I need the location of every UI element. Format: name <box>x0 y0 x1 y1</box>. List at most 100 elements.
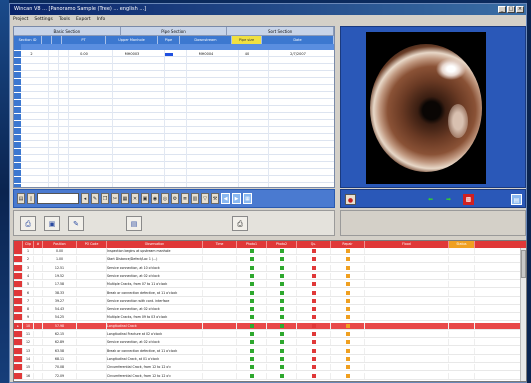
observations-table: Clip # Position PO Code Observation Time… <box>13 240 527 382</box>
col-upper-manhole[interactable]: Upper Manhole <box>106 36 158 44</box>
col-clip[interactable]: Clip <box>23 241 34 248</box>
cell <box>365 248 449 254</box>
observation-cell: Longitudinal Crack, at 01 o'clock <box>107 355 203 362</box>
row-header[interactable] <box>14 306 23 313</box>
col-number[interactable]: # <box>34 241 43 248</box>
menu-export[interactable]: Export <box>76 15 91 24</box>
observation-row[interactable]: 14 68.11 Longitudinal Crack, at 01 o'clock <box>14 355 520 363</box>
observation-row[interactable]: ▸ 10 57.98 Longitudinal Crack <box>14 322 520 330</box>
row-header[interactable] <box>14 339 23 346</box>
tab-pipe-section[interactable]: Pipe Section <box>121 27 228 35</box>
stop-icon[interactable]: ▩ <box>463 194 474 205</box>
col-pt[interactable]: PT <box>62 36 106 44</box>
col-observation[interactable]: Observation <box>107 241 203 248</box>
edit-icon[interactable]: ✎ <box>91 193 99 204</box>
col-po-code[interactable]: PO Code <box>77 241 107 248</box>
report-button[interactable]: ▤ <box>126 216 142 231</box>
col-repair[interactable]: Repair <box>331 241 365 248</box>
report-icon[interactable]: ≣ <box>181 193 189 204</box>
tab-sort-section[interactable]: Sort Section <box>227 27 335 35</box>
row-header[interactable] <box>14 248 23 254</box>
tab-basic-section[interactable]: Basic Section <box>14 27 121 35</box>
col-flag-2[interactable] <box>52 36 62 44</box>
copy-icon[interactable]: ❐ <box>101 193 109 204</box>
observation-row[interactable]: 1 0.00 Inspection begins at upstream manho… <box>14 248 520 255</box>
last-record-icon[interactable]: ▶ <box>232 193 241 204</box>
observation-row[interactable]: 15 70.08 Circumferential Crack, from 12 to… <box>14 364 520 372</box>
col-photo2[interactable]: Photo2 <box>267 241 297 248</box>
observation-row[interactable]: 11 62.15 Longitudinal Fracture at 02 o'clo… <box>14 331 520 338</box>
camera-icon[interactable]: ◉ <box>151 193 159 204</box>
observation-row[interactable]: 6 38.33 Break or connection defective, at … <box>14 289 520 297</box>
row-header[interactable] <box>14 314 23 321</box>
row-header[interactable] <box>14 264 23 271</box>
observation-row[interactable]: 12 62.89 Service connection, at 02 o'clock <box>14 339 520 347</box>
row-header[interactable] <box>14 272 23 279</box>
menu-info[interactable]: Info <box>97 15 106 24</box>
section-search-input[interactable] <box>37 193 79 204</box>
col-section-id[interactable]: Section ID <box>14 36 42 44</box>
row-header[interactable] <box>14 289 23 296</box>
row-header[interactable] <box>14 297 23 304</box>
paste-icon[interactable]: ▦ <box>121 193 129 204</box>
row-header[interactable]: ▸ <box>14 322 23 329</box>
filter-icon[interactable]: ▽ <box>201 193 209 204</box>
col-flood[interactable]: Flood <box>365 241 449 248</box>
chart-icon[interactable]: ▥ <box>191 193 199 204</box>
col-pipe-size[interactable]: Pipe size <box>232 36 262 44</box>
row-header[interactable] <box>14 347 23 354</box>
prev-icon[interactable]: ◂ <box>81 193 89 204</box>
close-button[interactable]: × <box>516 6 524 13</box>
print-button[interactable]: ⎙ <box>232 216 248 231</box>
grid-data-row[interactable]: 2 0.00 MH0003 MH0004 40 2/7/2007 <box>21 51 334 57</box>
col-pipe[interactable]: Pipe <box>158 36 180 44</box>
observation-row[interactable]: 4 19.52 Service connection, at 02 o'clock <box>14 272 520 280</box>
delete-icon[interactable]: ✕ <box>131 193 139 204</box>
menu-settings[interactable]: Settings <box>34 15 52 24</box>
col-qu[interactable]: Qu. <box>297 241 331 248</box>
col-time[interactable]: Time <box>203 241 237 248</box>
settings-icon[interactable]: ⚙ <box>171 193 179 204</box>
first-record-icon[interactable]: ◀ <box>221 193 230 204</box>
observation-row[interactable]: 2 1.00 Start Distance/Defect/Loc 1 (...) <box>14 256 520 264</box>
forward-arrow-icon[interactable]: ➡ <box>443 194 454 205</box>
row-header[interactable] <box>14 355 23 362</box>
open-icon[interactable]: ▯ <box>27 193 35 204</box>
grid-view-icon[interactable]: ▦ <box>243 193 252 204</box>
maximize-button[interactable]: □ <box>507 6 515 13</box>
row-header[interactable] <box>14 364 23 371</box>
observation-row[interactable]: 5 17.58 Multiple Cracks, from 07 to 11 o'c… <box>14 281 520 289</box>
col-position[interactable]: Position <box>43 241 77 248</box>
video-settings-icon[interactable]: ▤ <box>511 194 522 205</box>
tool-icon[interactable]: ⚒ <box>211 193 219 204</box>
chart-button[interactable]: ✎ <box>68 216 84 231</box>
export-button[interactable]: ⎙ <box>20 216 36 231</box>
col-photo1[interactable]: Photo1 <box>237 241 267 248</box>
menu-tools[interactable]: Tools <box>59 15 70 24</box>
observation-row[interactable]: 13 63.58 Break or connection defective, at… <box>14 347 520 355</box>
observation-row[interactable]: 7 39.27 Service connection with cont. inte… <box>14 297 520 305</box>
col-downstream[interactable]: Downstream <box>180 36 232 44</box>
scrollbar-thumb[interactable] <box>521 250 526 278</box>
back-arrow-icon[interactable]: ⬅ <box>425 194 436 205</box>
print-icon[interactable]: ▣ <box>141 193 149 204</box>
pipe-icon[interactable]: ◎ <box>161 193 169 204</box>
observation-row[interactable]: 9 54.25 Multiple Cracks, from 09 to 03 o'c… <box>14 314 520 322</box>
observation-row[interactable]: 16 72.09 Circumferential Crack, from 12 to… <box>14 372 520 380</box>
observations-scrollbar[interactable] <box>520 248 526 381</box>
minimize-button[interactable]: _ <box>498 6 506 13</box>
new-section-icon[interactable]: ▤ <box>17 193 25 204</box>
row-header[interactable] <box>14 372 23 379</box>
observation-button[interactable]: ▣ <box>44 216 60 231</box>
col-status[interactable]: Status <box>449 241 475 248</box>
cut-icon[interactable]: ✂ <box>111 193 119 204</box>
row-header[interactable] <box>14 281 23 288</box>
col-flag-1[interactable] <box>42 36 52 44</box>
record-icon[interactable]: ● <box>345 194 356 205</box>
row-header[interactable] <box>14 331 23 337</box>
menu-project[interactable]: Project <box>13 15 28 24</box>
row-header[interactable] <box>14 256 23 263</box>
col-date[interactable]: Date <box>262 36 334 44</box>
observation-row[interactable]: 8 54.43 Service connection, at 02 o'clock <box>14 306 520 314</box>
observation-row[interactable]: 3 12.51 Service connection, at 10 o'clock <box>14 264 520 272</box>
